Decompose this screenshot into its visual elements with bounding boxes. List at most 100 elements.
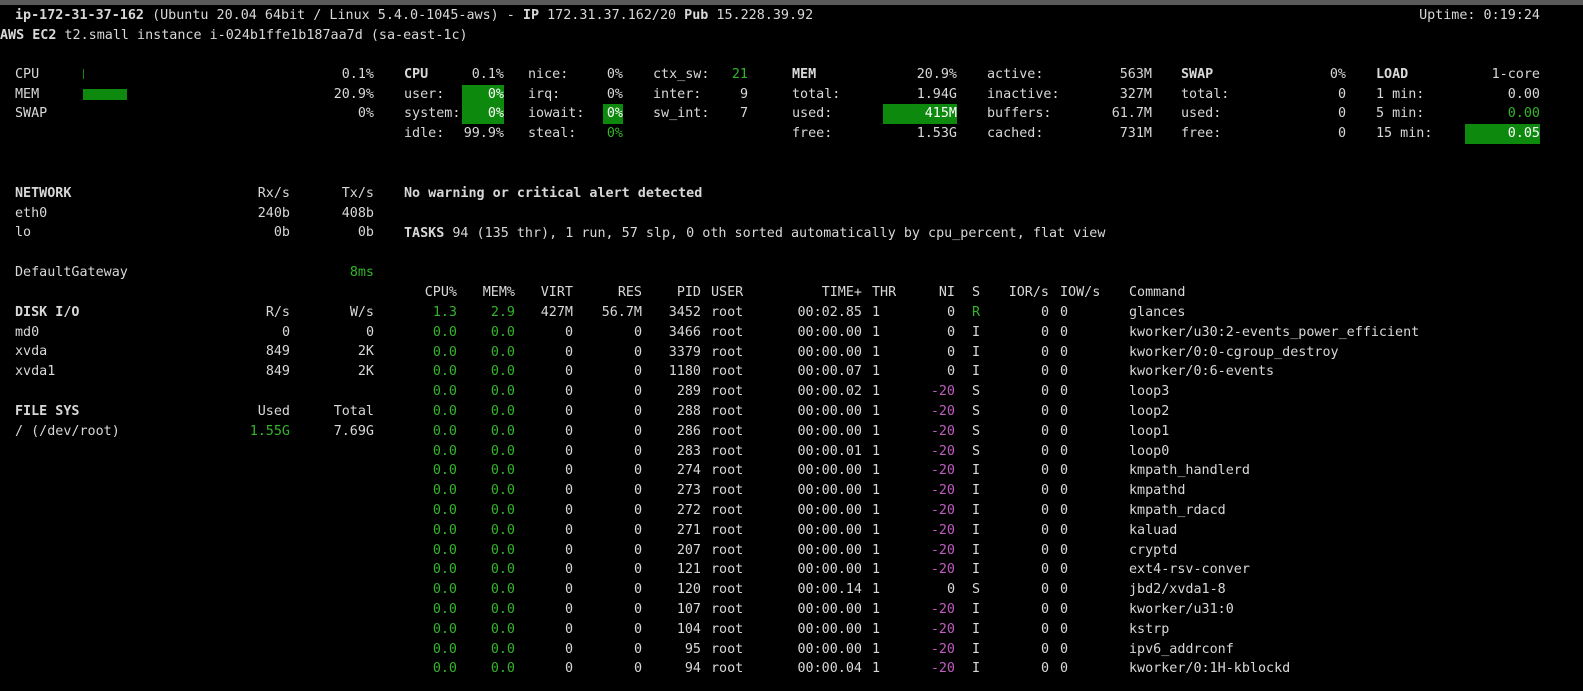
process-res: 0	[633, 542, 642, 558]
process-res: 0	[633, 503, 642, 518]
public-ip: 15.228.39.92	[716, 8, 814, 23]
col-header-thr[interactable]: THR	[872, 283, 896, 303]
process-thr: 1	[872, 621, 881, 637]
process-thr: 1	[872, 522, 881, 538]
cloud-label: AWS EC2	[0, 28, 57, 43]
network-iface-rx: 0b	[273, 225, 290, 240]
col-header-mem[interactable]: MEM%	[483, 283, 515, 303]
process-mem: 2.9	[490, 305, 515, 320]
process-cpu: 0.0	[432, 344, 457, 360]
col-header-virt[interactable]: VIRT	[541, 283, 573, 303]
process-virt: 0	[564, 602, 573, 617]
mem-inactive-label: inactive:	[987, 87, 1060, 102]
process-ni: -20	[930, 542, 955, 558]
process-ior: 0	[1040, 483, 1049, 499]
load-1min-value: 0.00	[1507, 87, 1540, 102]
process-user: root	[711, 483, 744, 499]
process-user: root	[711, 602, 744, 617]
col-header-pid[interactable]: PID	[677, 283, 701, 303]
process-ni: -20	[930, 641, 955, 657]
col-header-user[interactable]: USER	[711, 283, 743, 303]
process-mem: 0.0	[490, 463, 515, 479]
process-res: 0	[633, 641, 642, 657]
network-iface-tx: 408b	[341, 206, 374, 221]
process-ni: -20	[930, 463, 955, 479]
process-res: 0	[633, 384, 642, 400]
quicklook-mem-bar	[83, 89, 127, 100]
process-s: I	[972, 621, 981, 637]
process-iow: 0	[1060, 344, 1069, 360]
process-res: 0	[633, 443, 642, 459]
cpu-idle-value: 99.9%	[463, 126, 504, 141]
process-s: I	[972, 503, 981, 518]
process-time: 00:00.07	[797, 364, 863, 380]
process-iow: 0	[1060, 404, 1069, 419]
process-mem: 0.0	[490, 443, 515, 459]
process-pid: 273	[676, 483, 701, 499]
process-ior: 0	[1040, 641, 1049, 657]
cpu-iowait-value: 0%	[603, 104, 623, 124]
process-user: root	[711, 305, 744, 320]
process-ior: 0	[1040, 364, 1049, 380]
process-cmd: loop1	[1129, 423, 1170, 439]
process-ior: 0	[1040, 661, 1049, 677]
col-header-iow[interactable]: IOW/s	[1060, 283, 1100, 303]
process-thr: 1	[872, 384, 881, 400]
process-ni: -20	[930, 443, 955, 459]
filesys-mount-total: 7.69G	[333, 424, 374, 439]
process-res: 56.7M	[601, 305, 642, 320]
disk-write: 0	[365, 325, 374, 340]
process-virt: 0	[564, 404, 573, 419]
process-s: I	[972, 562, 981, 578]
col-header-ni[interactable]: NI	[939, 283, 955, 303]
col-header-time[interactable]: TIME+	[822, 283, 862, 303]
col-header-command[interactable]: Command	[1129, 283, 1185, 303]
process-cmd: cryptd	[1129, 542, 1178, 558]
process-ior: 0	[1040, 522, 1049, 538]
header-separator: -	[506, 8, 515, 23]
network-iface-name: lo	[15, 225, 32, 240]
process-pid: 274	[676, 463, 701, 479]
swap-total-label: total:	[1181, 87, 1230, 102]
process-ior: 0	[1040, 404, 1049, 419]
mem-total-value: 1.94G	[916, 87, 957, 102]
process-iow: 0	[1060, 324, 1069, 340]
process-virt: 0	[564, 324, 573, 340]
col-header-ior[interactable]: IOR/s	[1009, 283, 1049, 303]
process-iow: 0	[1060, 621, 1069, 637]
quicklook-cpu-value: 0.1%	[341, 67, 374, 82]
cpu-system-value: 0%	[462, 104, 504, 124]
process-iow: 0	[1060, 463, 1069, 479]
process-ni: -20	[930, 404, 955, 419]
process-thr: 1	[872, 661, 881, 677]
mem-total-label: total:	[792, 87, 841, 102]
process-mem: 0.0	[490, 384, 515, 400]
cpu-irq-value: 0%	[606, 87, 623, 102]
process-ni: 0	[946, 324, 955, 340]
process-time: 00:00.14	[797, 582, 863, 598]
col-header-s[interactable]: S	[972, 283, 980, 303]
mem-cached-value: 731M	[1119, 126, 1152, 141]
process-thr: 1	[872, 305, 881, 320]
swap-free-value: 0	[1337, 126, 1346, 141]
swap-used-label: used:	[1181, 106, 1222, 121]
network-iface-tx: 0b	[357, 225, 374, 240]
process-res: 0	[633, 582, 642, 598]
process-s: I	[972, 542, 981, 558]
process-time: 00:00.00	[797, 483, 863, 499]
process-res: 0	[633, 423, 642, 439]
disk-name: md0	[15, 325, 40, 340]
process-cpu: 0.0	[432, 324, 457, 340]
process-time: 00:00.00	[797, 602, 863, 617]
process-pid: 1180	[668, 364, 701, 380]
filesys-mount-used: 1.55G	[249, 424, 290, 439]
process-cmd: kworker/0:6-events	[1129, 364, 1275, 380]
process-cpu: 0.0	[432, 423, 457, 439]
process-virt: 0	[564, 344, 573, 360]
process-time: 00:02.85	[797, 305, 863, 320]
col-header-cpu[interactable]: CPU%	[425, 283, 457, 303]
process-res: 0	[633, 621, 642, 637]
process-pid: 107	[676, 602, 701, 617]
col-header-res[interactable]: RES	[618, 283, 642, 303]
process-cpu: 0.0	[432, 602, 457, 617]
